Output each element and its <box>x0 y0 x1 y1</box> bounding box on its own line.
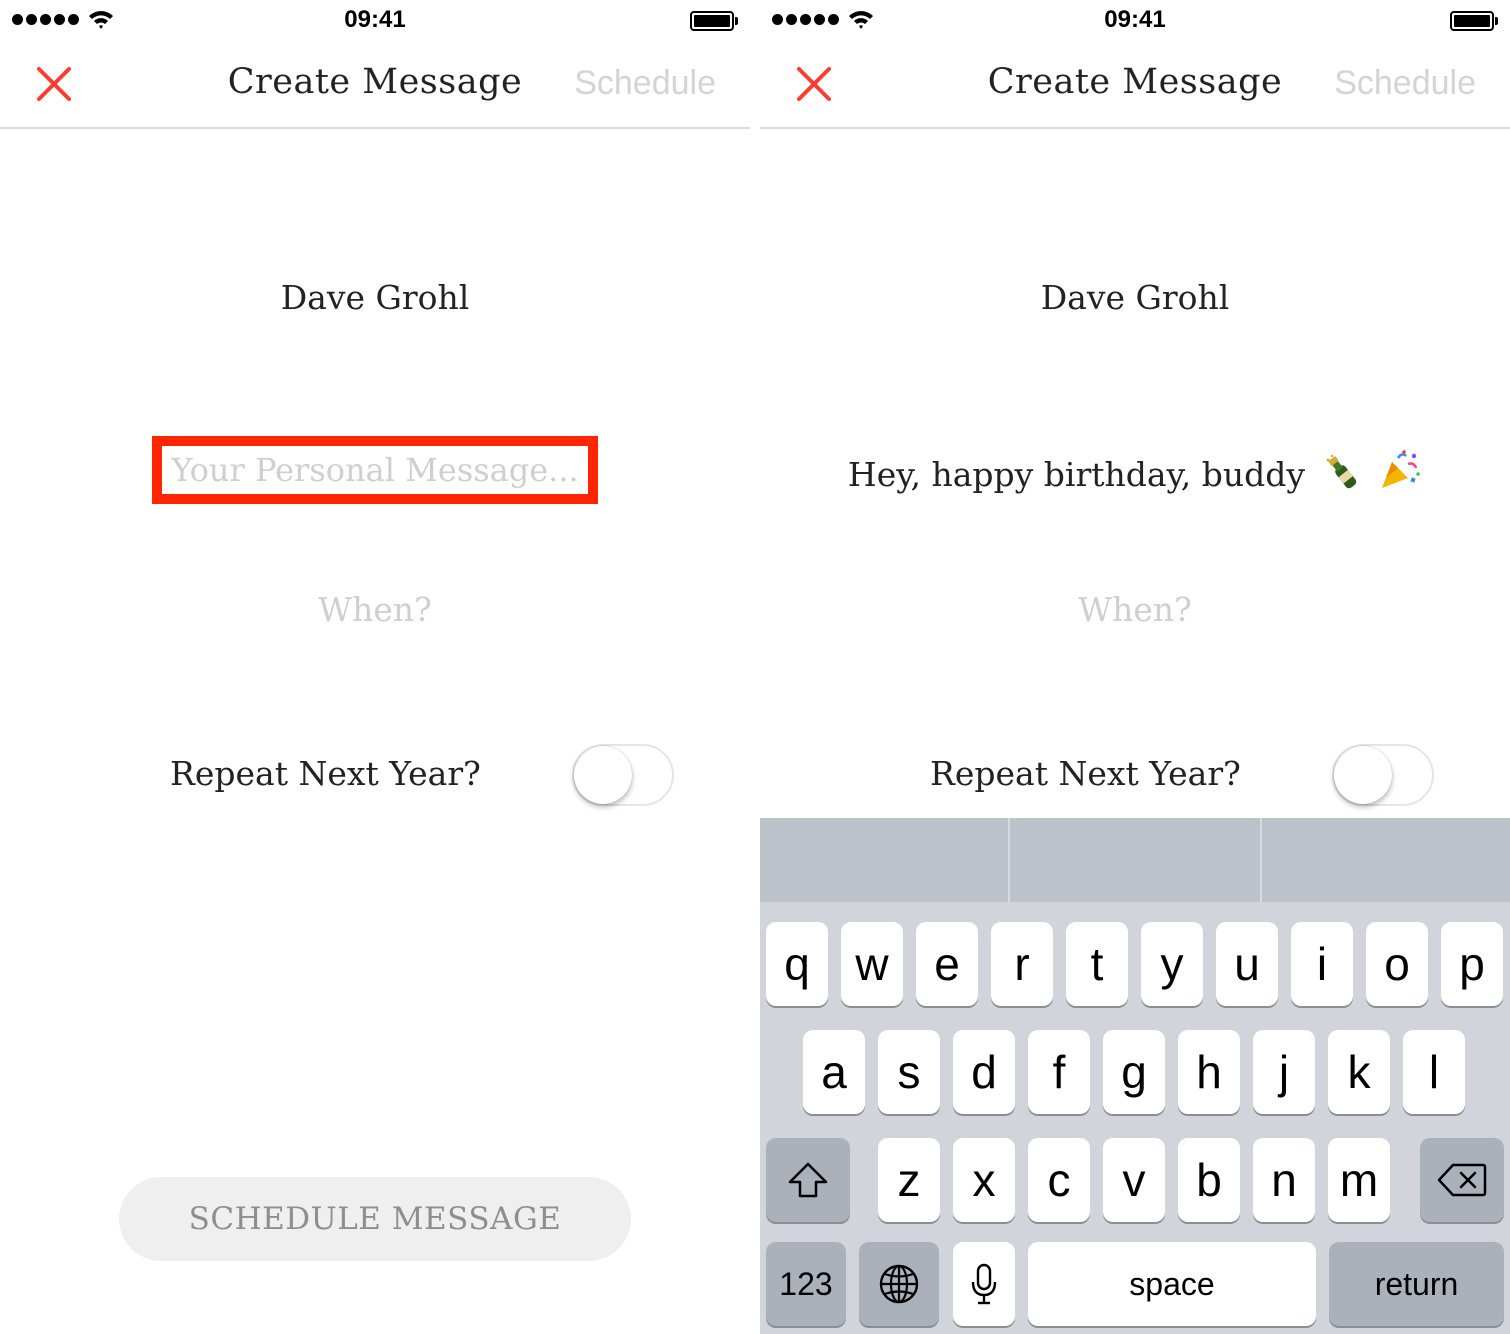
toggle-knob <box>1334 746 1392 804</box>
repeat-label: Repeat Next Year? <box>930 754 1241 793</box>
key-s[interactable]: s <box>878 1030 940 1114</box>
when-field[interactable]: When? <box>760 590 1510 629</box>
key-i[interactable]: i <box>1291 922 1353 1006</box>
predictive-bar <box>760 818 1510 902</box>
schedule-nav-button[interactable]: Schedule <box>574 64 716 103</box>
return-key[interactable]: return <box>1329 1242 1504 1326</box>
prediction-slot[interactable] <box>1010 818 1260 902</box>
key-z[interactable]: z <box>878 1138 940 1222</box>
personal-message-field[interactable]: Your Personal Message... <box>152 436 598 504</box>
schedule-nav-button[interactable]: Schedule <box>1334 64 1476 103</box>
microphone-icon <box>971 1263 997 1305</box>
prediction-slot[interactable] <box>1262 818 1510 902</box>
key-v[interactable]: v <box>1103 1138 1165 1222</box>
numbers-key[interactable]: 123 <box>766 1242 846 1326</box>
toggle-knob <box>574 746 632 804</box>
key-a[interactable]: a <box>803 1030 865 1114</box>
message-text: Hey, happy birthday, buddy <box>847 455 1306 494</box>
key-w[interactable]: w <box>841 922 903 1006</box>
key-r[interactable]: r <box>991 922 1053 1006</box>
backspace-key[interactable] <box>1420 1138 1504 1222</box>
nav-bar: Create Message Schedule <box>760 40 1510 129</box>
champagne-bottle-icon <box>1326 454 1356 489</box>
key-k[interactable]: k <box>1328 1030 1390 1114</box>
microphone-key[interactable] <box>953 1242 1015 1326</box>
key-e[interactable]: e <box>916 922 978 1006</box>
shift-key[interactable] <box>766 1138 850 1222</box>
battery-icon <box>690 11 738 31</box>
key-u[interactable]: u <box>1216 922 1278 1006</box>
battery-icon <box>1450 11 1498 31</box>
key-y[interactable]: y <box>1141 922 1203 1006</box>
space-key[interactable]: space <box>1028 1242 1316 1326</box>
key-f[interactable]: f <box>1028 1030 1090 1114</box>
message-placeholder: Your Personal Message... <box>171 451 579 489</box>
key-h[interactable]: h <box>1178 1030 1240 1114</box>
recipient-name[interactable]: Dave Grohl <box>760 278 1510 317</box>
repeat-label: Repeat Next Year? <box>170 754 481 793</box>
screen-empty-form: 09:41 Create Message Schedule Dave Grohl… <box>0 0 750 1334</box>
onscreen-keyboard: q w e r t y u i o p a s d f g h j k l z … <box>760 818 1510 1334</box>
party-popper-icon <box>1382 450 1420 488</box>
globe-key[interactable] <box>859 1242 939 1326</box>
schedule-message-button[interactable]: SCHEDULE MESSAGE <box>119 1177 631 1261</box>
key-d[interactable]: d <box>953 1030 1015 1114</box>
personal-message-field[interactable]: Hey, happy birthday, buddy <box>760 448 1510 494</box>
key-q[interactable]: q <box>766 922 828 1006</box>
key-o[interactable]: o <box>1366 922 1428 1006</box>
status-bar: 09:41 <box>0 0 750 40</box>
key-t[interactable]: t <box>1066 922 1128 1006</box>
repeat-toggle[interactable] <box>1332 744 1434 806</box>
key-x[interactable]: x <box>953 1138 1015 1222</box>
schedule-message-label: SCHEDULE MESSAGE <box>188 1201 562 1237</box>
backspace-icon <box>1437 1163 1487 1197</box>
key-g[interactable]: g <box>1103 1030 1165 1114</box>
status-bar: 09:41 <box>760 0 1510 40</box>
shift-icon <box>788 1162 828 1198</box>
key-m[interactable]: m <box>1328 1138 1390 1222</box>
prediction-slot[interactable] <box>760 818 1008 902</box>
key-j[interactable]: j <box>1253 1030 1315 1114</box>
key-p[interactable]: p <box>1441 922 1503 1006</box>
key-n[interactable]: n <box>1253 1138 1315 1222</box>
when-field[interactable]: When? <box>0 590 750 629</box>
globe-icon <box>879 1264 919 1304</box>
status-time: 09:41 <box>1104 6 1166 33</box>
key-l[interactable]: l <box>1403 1030 1465 1114</box>
nav-bar: Create Message Schedule <box>0 40 750 129</box>
repeat-toggle[interactable] <box>572 744 674 806</box>
recipient-name[interactable]: Dave Grohl <box>0 278 750 317</box>
screen-typing-message: 09:41 Create Message Schedule Dave Grohl… <box>760 0 1510 1334</box>
key-c[interactable]: c <box>1028 1138 1090 1222</box>
key-b[interactable]: b <box>1178 1138 1240 1222</box>
status-time: 09:41 <box>344 6 406 33</box>
